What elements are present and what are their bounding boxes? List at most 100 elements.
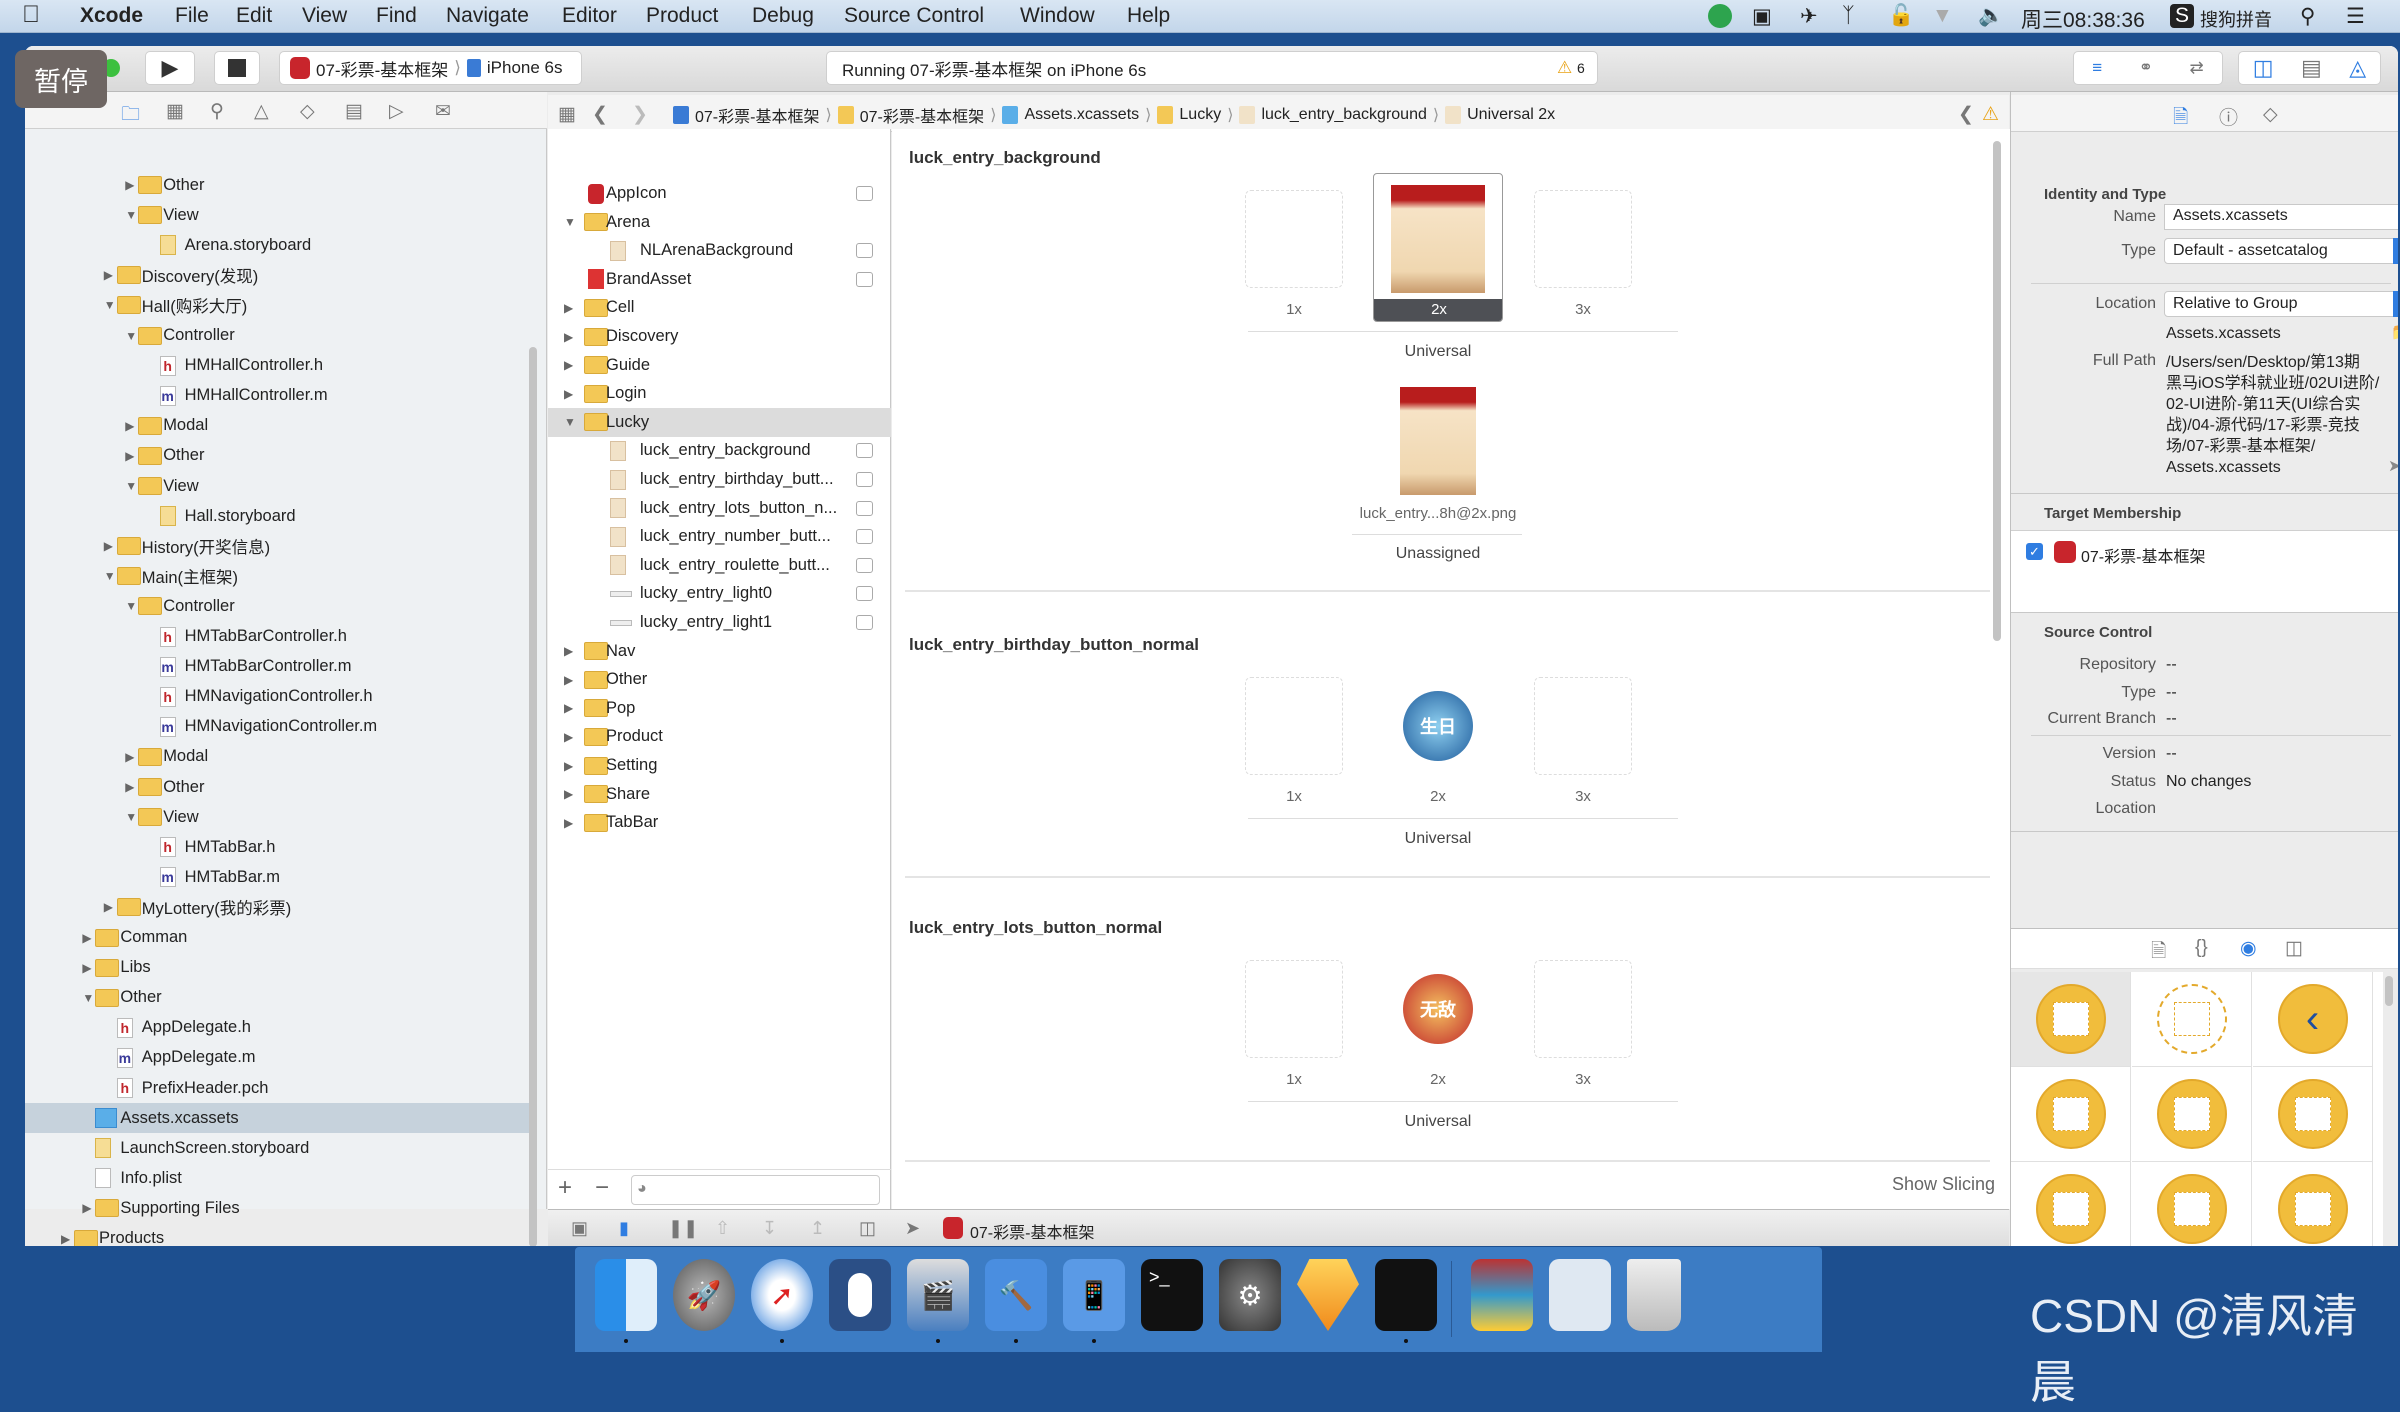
image-slot-3x[interactable] (1534, 677, 1632, 775)
image-slot-3x[interactable] (1534, 960, 1632, 1058)
full-path: /Users/sen/Desktop/第13期 黑马iOS学科就业班/02UI进阶… (2166, 352, 2396, 478)
file-template-library-icon[interactable]: 🗎 (2151, 937, 2166, 969)
target-checkbox[interactable]: ✓ (2026, 543, 2043, 560)
notification-center-icon[interactable]: ☰ (2346, 4, 2365, 29)
location-icon[interactable]: ➤ (905, 1218, 920, 1239)
image-slot-1x[interactable] (1245, 960, 1343, 1058)
screen-record-icon[interactable]: ▣ (1752, 4, 1772, 29)
file-inspector-icon[interactable]: 🗎 (2173, 103, 2188, 135)
breakpoints-toggle-icon[interactable]: ▮ (619, 1218, 629, 1239)
menu-debug[interactable]: Debug (752, 4, 814, 28)
code-snippet-library-icon[interactable]: {} (2195, 937, 2208, 959)
library-item-tab-bar-controller[interactable] (2253, 1067, 2373, 1162)
name-field[interactable]: Assets.xcassets (2164, 204, 2398, 230)
library-item-navigation-controller[interactable]: ‹ (2253, 972, 2373, 1067)
volume-icon[interactable]: 🔈 (1978, 4, 2004, 28)
library-item-page-view-controller[interactable] (2132, 1162, 2252, 1246)
asset-set-title: luck_entry_birthday_button_normal (909, 635, 1200, 654)
wifi-icon[interactable]: ▼ (1932, 4, 1953, 28)
media-library-icon[interactable]: ◫ (2285, 937, 2303, 960)
sketch-icon[interactable] (1297, 1259, 1359, 1331)
menu-edit[interactable]: Edit (236, 4, 272, 28)
running-indicator (1014, 1339, 1018, 1343)
input-method-label[interactable]: 搜狗拼音 (2200, 6, 2272, 32)
object-library-icon[interactable]: ◉ (2240, 937, 2257, 960)
menu-help[interactable]: Help (1127, 4, 1170, 28)
console-icon[interactable] (1375, 1259, 1437, 1331)
menu-editor[interactable]: Editor (562, 4, 617, 28)
input-method-icon[interactable]: S (2170, 4, 2194, 28)
xcode-icon[interactable]: 🔨 (985, 1259, 1047, 1331)
image-slot-2x[interactable]: 2x (1373, 173, 1503, 322)
debug-target[interactable]: 07-彩票-基本框架 (970, 1219, 1094, 1243)
location-label: Location (2095, 295, 2157, 312)
library-scrollbar[interactable] (2385, 976, 2393, 1006)
library-item-storyboard-reference[interactable] (2132, 972, 2252, 1067)
image-slot-2x[interactable]: 无敌 (1389, 960, 1487, 1058)
full-path-line: 场/07-彩票-基本框架/ (2166, 438, 2316, 455)
lock-icon[interactable]: 🔓 (1888, 4, 1914, 28)
full-path-line: 02-UI进阶-第11天(UI综合实 (2166, 396, 2361, 413)
launchpad-icon[interactable]: 🚀 (673, 1259, 735, 1331)
trash-icon[interactable] (1627, 1259, 1681, 1331)
library-item-view-controller[interactable] (2011, 972, 2131, 1067)
inspector-selector-bar: 🗎 ⓘ ◇ (2011, 95, 2398, 132)
preview-icon[interactable] (1549, 1259, 1611, 1331)
navigation-controller-icon: ‹ (2277, 984, 2348, 1054)
finder-icon[interactable] (595, 1259, 657, 1331)
menu-file[interactable]: File (175, 4, 209, 28)
bluetooth-icon[interactable]: ᛉ (1842, 4, 1855, 28)
reveal-in-finder-icon[interactable]: ➤ (2388, 456, 2398, 476)
location-popup[interactable]: Relative to Group ⇕ (2164, 291, 2398, 317)
menu-window[interactable]: Window (1020, 4, 1095, 28)
step-into-icon[interactable]: ↧ (762, 1218, 777, 1239)
menu-view[interactable]: View (302, 4, 347, 28)
menu-find[interactable]: Find (376, 4, 417, 28)
step-out-icon[interactable]: ↥ (810, 1218, 825, 1239)
quick-help-icon[interactable]: ⓘ (2219, 103, 2238, 130)
object-glyph (2294, 1097, 2331, 1131)
safari-icon[interactable]: ➚ (751, 1259, 813, 1331)
menu-product[interactable]: Product (646, 4, 718, 28)
media-app-icon[interactable] (1471, 1259, 1533, 1331)
image-slot-2x[interactable]: 生日 (1389, 677, 1487, 775)
folder-browse-icon[interactable]: 📁 (2391, 322, 2398, 342)
image-slot-1x[interactable] (1245, 190, 1343, 288)
airplane-icon[interactable]: ✈ (1800, 4, 1818, 29)
apple-menu-icon[interactable]:  (22, 1, 40, 29)
hide-debug-area-icon[interactable]: ▣ (571, 1218, 588, 1239)
editor-scrollbar[interactable] (1993, 141, 2001, 641)
spotlight-search-icon[interactable]: ⚲ (2300, 4, 2315, 29)
image-slot-3x[interactable] (1534, 190, 1632, 288)
terminal-icon[interactable]: >_ (1141, 1259, 1203, 1331)
simulator-icon[interactable]: 📱 (1063, 1259, 1125, 1331)
status-app-icon[interactable] (1708, 4, 1732, 28)
movie-app-icon[interactable]: 🎬 (907, 1259, 969, 1331)
type-popup[interactable]: Default - assetcatalog ⇕ (2164, 238, 2398, 264)
mouse-app-icon[interactable] (829, 1259, 891, 1331)
show-slicing-button[interactable]: Show Slicing (1892, 1174, 1995, 1195)
image-slot-1x[interactable] (1245, 677, 1343, 775)
clock[interactable]: 周三08:38:36 (2021, 4, 2145, 34)
view-debugger-icon[interactable]: ◫ (859, 1218, 876, 1239)
menu-source-control[interactable]: Source Control (844, 4, 984, 28)
idiom-divider (1248, 818, 1678, 819)
pause-icon[interactable]: ❚❚ (668, 1218, 698, 1239)
library-item-collection-view-controller[interactable] (2132, 1067, 2252, 1162)
status-value: No changes (2166, 773, 2252, 790)
library-item-glkit-view-controller[interactable] (2253, 1162, 2373, 1246)
section-divider (905, 876, 1990, 878)
asset-editor: luck_entry_background 1x 2x 3x Universal luck… (892, 129, 2034, 1209)
unassigned-image[interactable] (1400, 387, 1476, 495)
library-item-table-view-controller[interactable] (2011, 1067, 2131, 1162)
asset-set-title: luck_entry_lots_button_normal (909, 918, 1163, 937)
step-over-icon[interactable]: ⇧ (715, 1218, 730, 1239)
identity-inspector-icon[interactable]: ◇ (2263, 103, 2278, 126)
slot-scale-label: 3x (1575, 788, 1591, 805)
menu-navigate[interactable]: Navigate (446, 4, 529, 28)
system-preferences-icon[interactable]: ⚙ (1219, 1259, 1281, 1331)
library-item-split-view-controller[interactable] (2011, 1162, 2131, 1246)
unassigned-filename: luck_entry...8h@2x.png (1359, 505, 1517, 522)
menu-app[interactable]: Xcode (80, 4, 143, 28)
target-list: ✓ 07-彩票-基本框架 (2011, 530, 2398, 612)
